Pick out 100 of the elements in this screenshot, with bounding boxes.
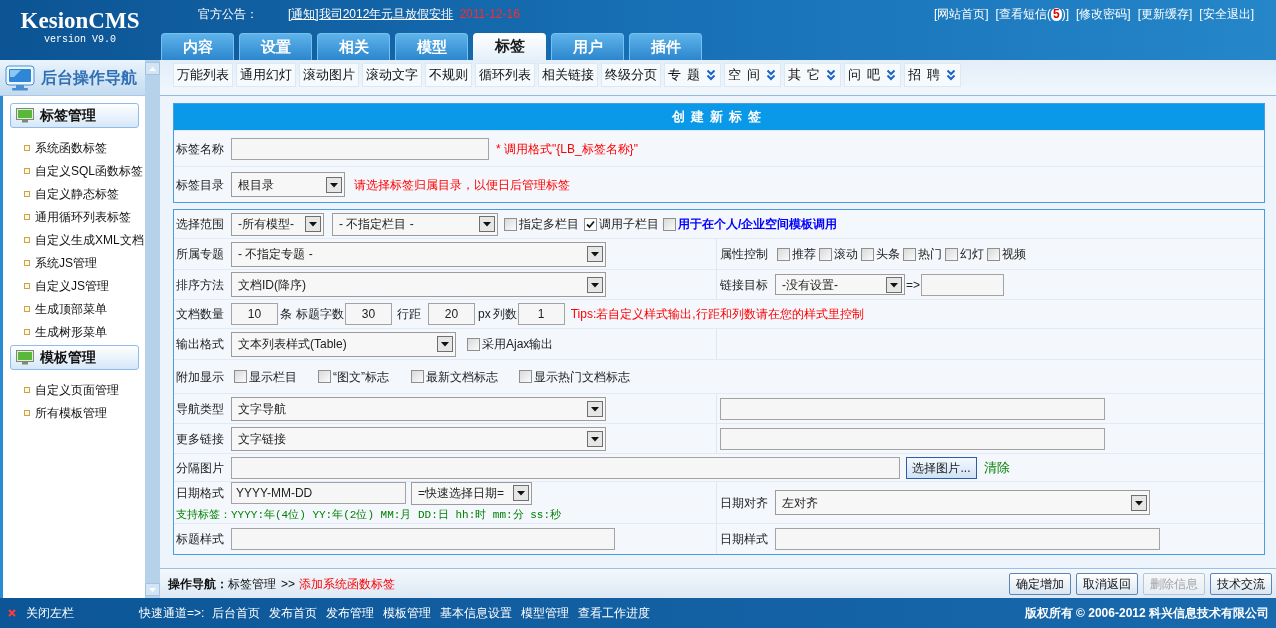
select-field[interactable]: =快速选择日期= [411, 481, 532, 505]
select-field[interactable]: 左对齐 [775, 490, 1150, 515]
toolbar-menu[interactable]: 空 间 [724, 63, 781, 87]
footer-link[interactable]: 查看工作进度 [578, 604, 651, 622]
footer-link[interactable]: 模型管理 [521, 604, 570, 622]
sidebar-item[interactable]: 自定义JS管理 [3, 274, 145, 297]
toolbar-menu[interactable]: 招 聘 [904, 63, 961, 87]
sidebar-item[interactable]: 自定义生成XML文档 [3, 228, 145, 251]
select-field[interactable]: -所有模型- [231, 212, 324, 236]
choose-image-button[interactable]: 选择图片... [906, 456, 977, 479]
select-field[interactable]: 根目录 [231, 172, 345, 197]
text-field[interactable] [231, 456, 900, 479]
checkbox-label[interactable]: 推荐 [792, 245, 816, 263]
text-field[interactable] [775, 528, 1160, 550]
checkbox[interactable] [819, 247, 832, 261]
checkbox-label[interactable]: 最新文档标志 [426, 367, 498, 386]
toolbar-button[interactable]: 循环列表 [475, 63, 535, 87]
checkbox[interactable] [861, 247, 874, 261]
text-field[interactable] [720, 427, 1105, 450]
text-field[interactable] [720, 397, 1105, 420]
breadcrumb-link[interactable]: 标签管理 [228, 574, 276, 593]
checkbox-label[interactable]: 热门 [918, 245, 942, 263]
checkbox[interactable] [663, 217, 676, 231]
toolbar-menu[interactable]: 其 它 [784, 63, 841, 87]
text-field[interactable] [231, 137, 489, 160]
sidebar-item[interactable]: 自定义页面管理 [3, 378, 145, 401]
text-field[interactable] [231, 528, 615, 550]
select-field[interactable]: - 不指定栏目 - [332, 212, 498, 236]
checkbox-label[interactable]: 视频 [1002, 245, 1026, 263]
scroll-down-button[interactable] [145, 583, 160, 596]
toolbar-menu[interactable]: 问 吧 [844, 63, 901, 87]
toolbar-button[interactable]: 通用幻灯 [236, 63, 296, 87]
footer-link[interactable]: 发布首页 [269, 604, 318, 622]
checkbox-label[interactable]: 调用子栏目 [599, 215, 659, 233]
checkbox-label[interactable]: “图文”标志 [333, 367, 389, 386]
select-field[interactable]: 文档ID(降序) [231, 272, 606, 297]
checkbox-label[interactable]: 采用Ajax输出 [482, 335, 554, 353]
checkbox[interactable] [987, 247, 1000, 261]
toolbar-button[interactable]: 滚动文字 [362, 63, 422, 87]
header-link[interactable]: [安全退出] [1199, 5, 1254, 23]
footer-link[interactable]: 基本信息设置 [440, 604, 513, 622]
notice-link[interactable]: [通知]我司2012年元旦放假安排 [288, 5, 454, 23]
footer-link[interactable]: 发布管理 [326, 604, 375, 622]
sidebar-item[interactable]: 自定义SQL函数标签 [3, 159, 145, 182]
sidebar-item[interactable]: 系统JS管理 [3, 251, 145, 274]
footer-link[interactable]: 后台首页 [212, 604, 261, 622]
sidebar-item[interactable]: 生成树形菜单 [3, 320, 145, 343]
sidebar-group-header[interactable]: 模板管理 [10, 345, 139, 370]
toolbar-button[interactable]: 滚动图片 [299, 63, 359, 87]
text-field[interactable]: 1 [517, 303, 565, 325]
toolbar-button[interactable]: 终级分页 [601, 63, 661, 87]
action-button[interactable]: 技术交流 [1210, 572, 1272, 595]
checkbox[interactable] [467, 337, 480, 351]
header-link[interactable]: [更新缓存] [1137, 5, 1193, 23]
action-button[interactable]: 确定增加 [1009, 572, 1071, 595]
checkbox-label[interactable]: 滚动 [834, 245, 858, 263]
toolbar-button[interactable]: 不规则 [425, 63, 472, 87]
toolbar-button[interactable]: 万能列表 [173, 63, 233, 87]
checkbox[interactable] [504, 217, 517, 231]
select-field[interactable]: 文字导航 [231, 396, 606, 421]
checkbox[interactable] [945, 247, 958, 261]
checkbox-label[interactable]: 指定多栏目 [519, 215, 579, 233]
text-field[interactable] [921, 273, 1004, 296]
action-button[interactable]: 取消返回 [1076, 572, 1138, 595]
close-sidebar-button[interactable]: 关闭左栏 [8, 604, 74, 622]
checkbox[interactable] [777, 247, 790, 261]
scroll-up-button[interactable] [145, 62, 160, 75]
select-field[interactable]: 文本列表样式(Table) [231, 331, 456, 357]
toolbar-menu[interactable]: 专 题 [664, 63, 721, 87]
checkbox-label[interactable]: 幻灯 [960, 245, 984, 263]
checkbox[interactable] [234, 370, 247, 383]
text-field[interactable]: YYYY-MM-DD [231, 482, 406, 505]
checkbox[interactable] [411, 370, 424, 383]
checkbox-label[interactable]: 显示热门文档标志 [534, 367, 630, 386]
checkbox[interactable] [318, 370, 331, 383]
sidebar-item[interactable]: 自定义静态标签 [3, 182, 145, 205]
text-field[interactable]: 20 [428, 303, 475, 325]
sidebar-item[interactable]: 生成顶部菜单 [3, 297, 145, 320]
select-field[interactable]: 文字链接 [231, 426, 606, 451]
checkbox[interactable] [519, 370, 532, 383]
checkbox[interactable] [903, 247, 916, 261]
toolbar-button[interactable]: 相关链接 [538, 63, 598, 87]
header-link[interactable]: [修改密码] [1076, 5, 1131, 23]
nav-tab[interactable]: 标签 [473, 33, 546, 60]
clear-link[interactable]: 清除 [984, 457, 1010, 478]
select-field[interactable]: - 不指定专题 - [231, 241, 606, 267]
sidebar-item[interactable]: 系统函数标签 [3, 136, 145, 159]
select-field[interactable]: -没有设置- [775, 274, 905, 295]
header-link[interactable]: [网站首页] [933, 5, 989, 23]
checkbox-label[interactable]: 用于在个人/企业空间模板调用 [678, 215, 838, 233]
sidebar-group-header[interactable]: 标签管理 [10, 103, 139, 128]
checkbox-label[interactable]: 显示栏目 [249, 367, 297, 386]
footer-link[interactable]: 模板管理 [383, 604, 432, 622]
text-field[interactable]: 30 [345, 303, 392, 325]
checkbox-label[interactable]: 头条 [876, 245, 900, 263]
header-link[interactable]: [查看短信( 5 )] [995, 5, 1069, 23]
checkbox[interactable] [584, 217, 597, 231]
sidebar-item[interactable]: 所有模板管理 [3, 401, 145, 424]
sidebar-item[interactable]: 通用循环列表标签 [3, 205, 145, 228]
text-field[interactable]: 10 [231, 303, 278, 325]
